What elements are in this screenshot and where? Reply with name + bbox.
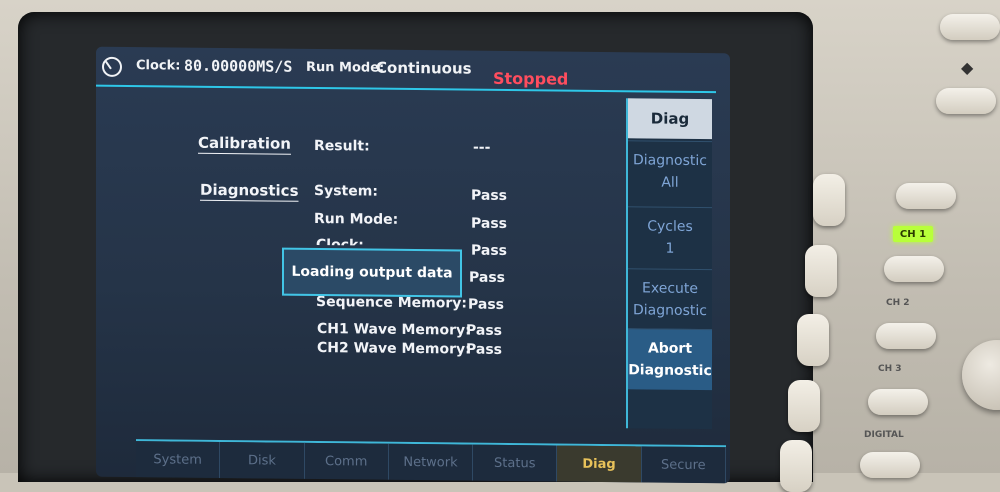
diagnostics-link[interactable]: Diagnostics	[200, 181, 299, 200]
ch3-label: CH 3	[878, 364, 902, 374]
clock-value: 80.00000MS/S	[184, 56, 293, 76]
menu-execute-diagnostic[interactable]: Execute Diagnostic	[628, 268, 712, 331]
menu-item-label: Cycles	[647, 218, 693, 235]
menu-cycles[interactable]: Cycles 1	[628, 206, 712, 269]
tab-comm[interactable]: Comm	[304, 442, 389, 480]
ch2-label: CH 2	[886, 298, 910, 308]
ch3-button[interactable]	[868, 389, 928, 415]
loading-message: Loading output data	[291, 263, 453, 282]
panel-button-third[interactable]	[896, 183, 956, 209]
menu-item-label: Abort	[647, 340, 693, 357]
bezel-softkey-3[interactable]	[797, 314, 829, 366]
diag-row-value: Pass	[466, 341, 502, 358]
menu-item-label: Diagnostic	[633, 152, 707, 170]
clock-icon	[102, 56, 122, 77]
instrument-screen: Clock: 80.00000MS/S Run Mode: Continuous…	[96, 46, 730, 484]
arrow-left-icon: ◆	[961, 58, 974, 77]
bezel-softkey-2[interactable]	[805, 245, 837, 297]
diag-row-label: CH1 Wave Memory:	[317, 320, 471, 339]
bezel-softkey-4[interactable]	[788, 380, 820, 432]
bottom-tab-bar: System Disk Comm Network Status Diag Sec…	[136, 439, 726, 484]
panel-button-top[interactable]	[940, 14, 1000, 40]
diag-row-label: CH2 Wave Memory:	[317, 339, 471, 358]
digital-button[interactable]	[860, 452, 920, 478]
calibration-link[interactable]: Calibration	[198, 134, 291, 153]
menu-item-value: All	[661, 174, 679, 191]
tab-system[interactable]: System	[136, 441, 221, 478]
side-menu: Diag Diagnostic All Cycles 1 Execute Dia…	[626, 98, 712, 430]
tab-secure[interactable]: Secure	[641, 446, 726, 484]
instrument-bezel: Clock: 80.00000MS/S Run Mode: Continuous…	[0, 0, 1000, 492]
ch1-button[interactable]	[884, 256, 944, 282]
run-mode-value: Continuous	[376, 58, 472, 78]
side-menu-title: Diag	[628, 98, 712, 140]
menu-item-value: Diagnostic	[633, 302, 707, 320]
tab-disk[interactable]: Disk	[220, 441, 305, 479]
tab-status[interactable]: Status	[473, 444, 558, 482]
run-state-indicator: Stopped	[493, 68, 569, 89]
calibration-result-value: ---	[473, 139, 491, 156]
panel-button-second[interactable]	[936, 88, 996, 114]
run-mode-label: Run Mode:	[306, 59, 385, 76]
control-knob[interactable]	[962, 340, 1000, 410]
bezel-softkey-1[interactable]	[813, 174, 845, 226]
diag-row-value: Pass	[471, 242, 507, 259]
calibration-result-label: Result:	[314, 137, 370, 155]
menu-item-label: Execute	[642, 280, 698, 297]
diag-row-label: System:	[314, 182, 378, 200]
tab-diag[interactable]: Diag	[557, 445, 642, 483]
loading-dialog: Loading output data	[282, 247, 462, 298]
diag-row-value: Pass	[469, 269, 505, 286]
diag-row-label: Run Mode:	[314, 210, 399, 228]
menu-item-value: 1	[665, 240, 675, 257]
bezel-softkey-5[interactable]	[780, 440, 812, 492]
ch1-indicator: CH 1	[893, 226, 933, 242]
ch2-button[interactable]	[876, 323, 936, 349]
diag-row-value: Pass	[466, 322, 502, 339]
tab-network[interactable]: Network	[388, 443, 474, 481]
clock-label: Clock:	[136, 58, 181, 74]
diag-row-value: Pass	[468, 296, 504, 313]
menu-diagnostic-all[interactable]: Diagnostic All	[628, 140, 712, 203]
diag-row-value: Pass	[471, 187, 507, 204]
digital-label: DIGITAL	[864, 430, 904, 440]
menu-abort-diagnostic[interactable]: Abort Diagnostic	[628, 328, 712, 391]
diag-row-value: Pass	[471, 215, 507, 232]
menu-item-value: Diagnostic	[628, 362, 712, 380]
